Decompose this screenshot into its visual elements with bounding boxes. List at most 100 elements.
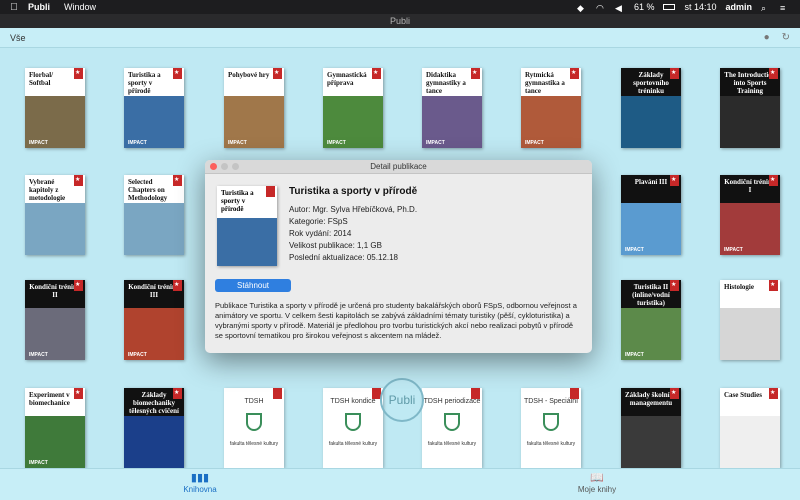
ribbon-icon: [769, 388, 778, 399]
book-card-title: Didaktika gymnastiky a tance: [426, 71, 466, 95]
book-card[interactable]: Experiment v biomechanice IMPACT: [25, 388, 85, 468]
book-card-photo: [25, 203, 85, 255]
impact-logo: IMPACT: [128, 352, 147, 358]
impact-logo: IMPACT: [625, 352, 644, 358]
book-card[interactable]: Základy školního managementu: [621, 388, 681, 468]
book-card-title: Vybrané kapitoly z metodologie: [29, 178, 66, 202]
tdsh-title: TDSH: [244, 398, 264, 405]
book-card[interactable]: Florbal/ Softbal IMPACT: [25, 68, 85, 148]
tab-my-books[interactable]: 📖 Moje knihy: [557, 471, 637, 494]
ribbon-icon: [769, 280, 778, 291]
impact-logo: IMPACT: [625, 247, 644, 253]
wifi-icon[interactable]: ◠: [596, 3, 606, 13]
impact-logo: IMPACT: [426, 140, 445, 146]
impact-logo: IMPACT: [327, 140, 346, 146]
tdsh-subtitle: fakulta tělesné kultury: [427, 441, 477, 447]
ribbon-icon: [74, 68, 83, 79]
book-card-title: Experiment v biomechanice: [29, 391, 70, 407]
battery-percent: 61 %: [633, 2, 655, 12]
tdsh-card[interactable]: TDSH kondice fakulta tělesné kultury: [323, 388, 383, 468]
refresh-icon[interactable]: ↻: [782, 32, 790, 43]
ribbon-icon: [173, 175, 182, 186]
tdsh-card[interactable]: TDSH - Speciální fakulta tělesné kultury: [521, 388, 581, 468]
faculty-logo-icon: [444, 413, 460, 431]
book-card[interactable]: Histologie: [720, 280, 780, 360]
search-icon[interactable]: ⌕: [761, 3, 771, 13]
ribbon-icon: [266, 186, 275, 197]
tdsh-subtitle: fakulta tělesné kultury: [328, 441, 378, 447]
publi-watermark: Publi: [380, 378, 424, 422]
book-card[interactable]: Rytmická gymnastika a tance IMPACT: [521, 68, 581, 148]
filter-all[interactable]: Vše: [10, 33, 26, 43]
window-menu[interactable]: Window: [64, 2, 96, 12]
book-card-title: Selected Chapters on Methodology: [128, 178, 168, 202]
book-card-title: Gymnastická příprava: [327, 71, 367, 87]
tdsh-title: TDSH - Speciální: [523, 398, 579, 405]
app-menu[interactable]: Publi: [28, 2, 50, 12]
book-title: Turistika a sporty v přírodě: [289, 186, 418, 197]
download-button[interactable]: Stáhnout: [215, 279, 291, 292]
ribbon-icon: [570, 388, 579, 399]
book-card[interactable]: The Introduction into Sports Training: [720, 68, 780, 148]
impact-logo: IMPACT: [29, 460, 48, 466]
book-card[interactable]: Turistika II (inline/vodní turistika)IMP…: [621, 280, 681, 360]
book-card[interactable]: Kondiční trénink IIIMPACT: [25, 280, 85, 360]
book-card[interactable]: Základy biomechaniky tělesných cvičení: [124, 388, 184, 468]
book-card[interactable]: Základy sportovního tréninku: [621, 68, 681, 148]
ribbon-icon: [74, 280, 83, 291]
book-card[interactable]: Selected Chapters on Methodology: [124, 175, 184, 255]
window-title: Publi: [0, 14, 800, 28]
close-icon[interactable]: [210, 163, 217, 170]
volume-icon[interactable]: ◀: [615, 3, 625, 13]
tdsh-subtitle: fakulta tělesné kultury: [229, 441, 279, 447]
tab-library[interactable]: ▮▮▮ Knihovna: [160, 471, 240, 494]
battery-icon[interactable]: [663, 4, 676, 10]
user-icon[interactable]: ●: [764, 32, 770, 43]
year: Rok vydání: 2014: [289, 229, 352, 238]
ribbon-icon: [74, 388, 83, 399]
book-card[interactable]: Kondiční trénink IIIIMPACT: [124, 280, 184, 360]
book-cover: Turistika a sporty v přírodě: [217, 186, 277, 266]
tdsh-card[interactable]: TDSH periodizace fakulta tělesné kultury: [422, 388, 482, 468]
author: Autor: Mgr. Sylva Hřebíčková, Ph.D.: [289, 205, 418, 214]
tdsh-card[interactable]: TDSH fakulta tělesné kultury: [224, 388, 284, 468]
menu-icon[interactable]: ≡: [780, 3, 790, 13]
ribbon-icon: [372, 68, 381, 79]
book-card[interactable]: Kondiční trénink IIMPACT: [720, 175, 780, 255]
impact-logo: IMPACT: [724, 247, 743, 253]
book-card[interactable]: Case Studies: [720, 388, 780, 468]
zoom-icon[interactable]: [232, 163, 239, 170]
cover-photo: [217, 218, 277, 266]
book-card[interactable]: Turistika a sporty v přírodě IMPACT: [124, 68, 184, 148]
book-meta: Autor: Mgr. Sylva Hřebíčková, Ph.D. Kate…: [289, 204, 417, 264]
book-card[interactable]: Pohybové hry IMPACT: [224, 68, 284, 148]
ribbon-icon: [670, 68, 679, 79]
tdsh-title: TDSH kondice: [330, 398, 376, 405]
last-update: Poslední aktualizace: 05.12.18: [289, 253, 398, 262]
book-card[interactable]: Didaktika gymnastiky a tance IMPACT: [422, 68, 482, 148]
book-card[interactable]: Plavání IIIIMPACT: [621, 175, 681, 255]
minimize-icon[interactable]: [221, 163, 228, 170]
apple-icon[interactable]: : [0, 2, 28, 13]
ribbon-icon: [769, 175, 778, 186]
ribbon-icon: [173, 68, 182, 79]
size: Velikost publikace: 1,1 GB: [289, 241, 382, 250]
book-card[interactable]: Vybrané kapitoly z metodologie: [25, 175, 85, 255]
book-card-title: Histologie: [724, 283, 754, 291]
user-name[interactable]: admin: [725, 2, 752, 12]
toolbar: Vše ● ↻: [0, 28, 800, 48]
dialog-titlebar: Detail publikace: [205, 160, 592, 174]
ribbon-icon: [670, 388, 679, 399]
tab-library-label: Knihovna: [183, 485, 217, 494]
clock[interactable]: st 14:10: [684, 2, 716, 12]
book-card-photo: [720, 308, 780, 360]
book-card[interactable]: Gymnastická příprava IMPACT: [323, 68, 383, 148]
book-card-photo: [124, 416, 184, 468]
category: Kategorie: FSpS: [289, 217, 348, 226]
ribbon-icon: [74, 175, 83, 186]
ribbon-icon: [769, 68, 778, 79]
dropbox-icon[interactable]: ◆: [577, 3, 587, 13]
impact-logo: IMPACT: [228, 140, 247, 146]
ribbon-icon: [471, 388, 480, 399]
book-card-title: Case Studies: [724, 391, 762, 399]
